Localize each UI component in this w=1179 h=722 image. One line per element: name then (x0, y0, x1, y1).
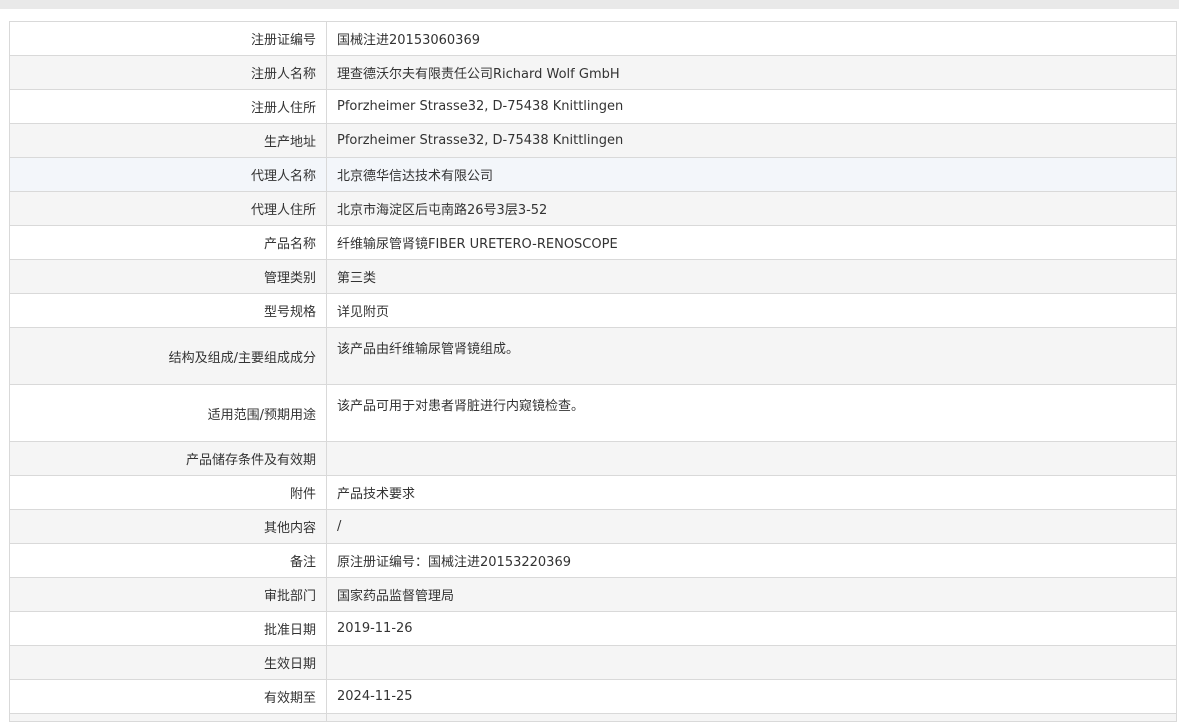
row-label: 其他内容 (9, 509, 327, 544)
row-value: 2019-11-26 (326, 611, 1177, 646)
row-label: 注册人住所 (9, 89, 327, 124)
row-label: 注册人名称 (9, 55, 327, 90)
table-row: 生产地址 Pforzheimer Strasse32, D-75438 Knit… (9, 123, 1177, 158)
row-label: 审批部门 (9, 577, 327, 612)
row-label: 适用范围/预期用途 (9, 384, 327, 442)
table-row: 型号规格 详见附页 (9, 293, 1177, 328)
table-row: 注册证编号 国械注进20153060369 (9, 21, 1177, 56)
row-label: 型号规格 (9, 293, 327, 328)
row-value: 纤维输尿管肾镜FIBER URETERO-RENOSCOPE (326, 225, 1177, 260)
row-label: 备注 (9, 543, 327, 578)
row-value: 产品技术要求 (326, 475, 1177, 510)
row-value: 该产品可用于对患者肾脏进行内窥镜检查。 (326, 384, 1177, 442)
row-value: 详见附页 (326, 293, 1177, 328)
row-value: 北京市海淀区后屯南路26号3层3-52 (326, 191, 1177, 226)
row-label: 结构及组成/主要组成成分 (9, 327, 327, 385)
table-row: 产品名称 纤维输尿管肾镜FIBER URETERO-RENOSCOPE (9, 225, 1177, 260)
table-row: 产品储存条件及有效期 (9, 441, 1177, 476)
table-row: 注册人名称 理查德沃尔夫有限责任公司Richard Wolf GmbH (9, 55, 1177, 90)
table-row: 生效日期 (9, 645, 1177, 680)
row-value: 理查德沃尔夫有限责任公司Richard Wolf GmbH (326, 55, 1177, 90)
table-row: 结构及组成/主要组成成分 该产品由纤维输尿管肾镜组成。 (9, 327, 1177, 385)
row-value: Pforzheimer Strasse32, D-75438 Knittling… (326, 123, 1177, 158)
row-label: 管理类别 (9, 259, 327, 294)
table-row: 审批部门 国家药品监督管理局 (9, 577, 1177, 612)
table-row: 管理类别 第三类 (9, 259, 1177, 294)
row-label: 产品名称 (9, 225, 327, 260)
table-row: 批准日期 2019-11-26 (9, 611, 1177, 646)
row-label: 生效日期 (9, 645, 327, 680)
table-row: 有效期至 2024-11-25 (9, 679, 1177, 714)
row-value (326, 645, 1177, 680)
top-strip (0, 0, 1179, 9)
table-row: 附件 产品技术要求 (9, 475, 1177, 510)
row-value: 第三类 (326, 259, 1177, 294)
registration-detail-table-wrap: 注册证编号 国械注进20153060369 注册人名称 理查德沃尔夫有限责任公司… (9, 21, 1177, 722)
row-value: 北京德华信达技术有限公司 (326, 157, 1177, 192)
table-row: 适用范围/预期用途 该产品可用于对患者肾脏进行内窥镜检查。 (9, 384, 1177, 442)
row-label: 批准日期 (9, 611, 327, 646)
row-value: / (326, 509, 1177, 544)
table-row: 注册人住所 Pforzheimer Strasse32, D-75438 Kni… (9, 89, 1177, 124)
row-value: 原注册证编号：国械注进20153220369 (326, 543, 1177, 578)
row-value: Pforzheimer Strasse32, D-75438 Knittling… (326, 89, 1177, 124)
row-value: 该产品由纤维输尿管肾镜组成。 (326, 327, 1177, 385)
registration-detail-table: 注册证编号 国械注进20153060369 注册人名称 理查德沃尔夫有限责任公司… (9, 21, 1177, 722)
row-value: 2024-11-25 (326, 679, 1177, 714)
row-label: 产品储存条件及有效期 (9, 441, 327, 476)
table-row: 其他内容 / (9, 509, 1177, 544)
table-row: 代理人名称 北京德华信达技术有限公司 (9, 157, 1177, 192)
row-label: 代理人住所 (9, 191, 327, 226)
row-value: 国家药品监督管理局 (326, 577, 1177, 612)
row-value: 国械注进20153060369 (326, 21, 1177, 56)
row-label: 附件 (9, 475, 327, 510)
row-value (326, 441, 1177, 476)
row-label: 注册证编号 (9, 21, 327, 56)
row-label: 有效期至 (9, 679, 327, 714)
row-label: 生产地址 (9, 123, 327, 158)
table-row: 备注 原注册证编号：国械注进20153220369 (9, 543, 1177, 578)
table-row: 代理人住所 北京市海淀区后屯南路26号3层3-52 (9, 191, 1177, 226)
row-label: 代理人名称 (9, 157, 327, 192)
